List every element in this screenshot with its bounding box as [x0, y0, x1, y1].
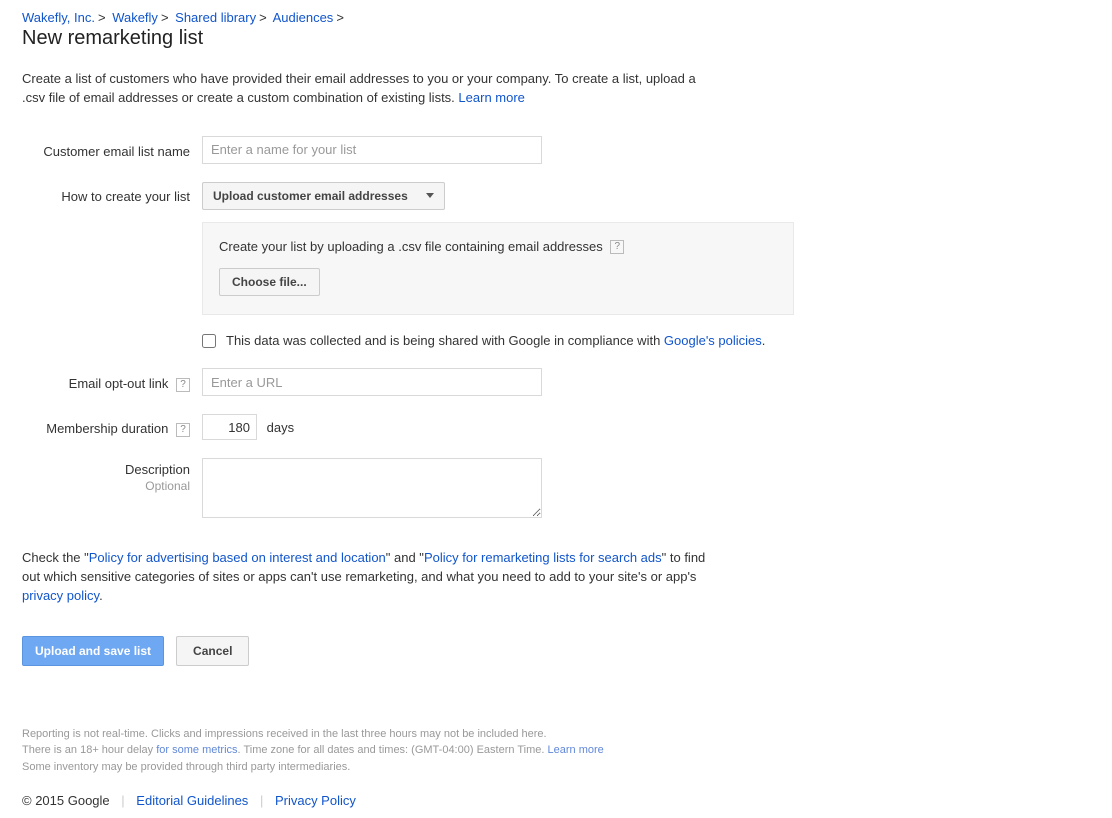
duration-unit: days — [267, 420, 294, 435]
policy-rlsa-link[interactable]: Policy for remarketing lists for search … — [424, 550, 662, 565]
footer-note-line2: There is an 18+ hour delay for some metr… — [22, 742, 922, 759]
help-icon[interactable]: ? — [610, 240, 624, 254]
duration-input[interactable] — [202, 414, 257, 440]
row-optout: Email opt-out link ? — [22, 368, 1090, 396]
intro-body: Create a list of customers who have prov… — [22, 71, 696, 105]
breadcrumb-sep: > — [259, 10, 267, 25]
optout-url-input[interactable] — [202, 368, 542, 396]
label-description: Description Optional — [22, 458, 202, 493]
list-name-input[interactable] — [202, 136, 542, 164]
upload-panel-text: Create your list by uploading a .csv fil… — [219, 239, 777, 255]
breadcrumb-link[interactable]: Shared library — [175, 10, 256, 25]
row-duration: Membership duration ? days — [22, 414, 1090, 440]
footer-note-line3: Some inventory may be provided through t… — [22, 759, 922, 776]
breadcrumb-link[interactable]: Audiences — [273, 10, 334, 25]
label-optout: Email opt-out link ? — [22, 372, 202, 392]
description-textarea[interactable] — [202, 458, 542, 518]
row-list-name: Customer email list name — [22, 136, 1090, 164]
breadcrumb-link[interactable]: Wakefly, Inc. — [22, 10, 95, 25]
help-icon[interactable]: ? — [176, 423, 190, 437]
consent-text: This data was collected and is being sha… — [226, 333, 765, 348]
footer-privacy-link[interactable]: Privacy Policy — [275, 793, 356, 808]
chevron-down-icon — [426, 193, 434, 198]
footer-links: © 2015 Google | Editorial Guidelines | P… — [22, 793, 1090, 808]
policy-interest-link[interactable]: Policy for advertising based on interest… — [89, 550, 386, 565]
editorial-guidelines-link[interactable]: Editorial Guidelines — [136, 793, 248, 808]
privacy-policy-link[interactable]: privacy policy — [22, 588, 99, 603]
action-row: Upload and save list Cancel — [22, 636, 1090, 666]
label-how-create: How to create your list — [22, 182, 202, 204]
breadcrumb-sep: > — [336, 10, 344, 25]
breadcrumb-link[interactable]: Wakefly — [112, 10, 158, 25]
choose-file-button[interactable]: Choose file... — [219, 268, 320, 296]
policy-paragraph: Check the "Policy for advertising based … — [22, 549, 722, 606]
breadcrumb-sep: > — [98, 10, 106, 25]
page-title: New remarketing list — [22, 27, 1090, 50]
dropdown-selected: Upload customer email addresses — [213, 189, 408, 203]
upload-save-button[interactable]: Upload and save list — [22, 636, 164, 666]
learn-more-link[interactable]: Learn more — [458, 90, 524, 105]
intro-text: Create a list of customers who have prov… — [22, 70, 722, 108]
consent-checkbox[interactable] — [202, 334, 216, 348]
copyright: © 2015 Google — [22, 793, 110, 808]
row-description: Description Optional — [22, 458, 1090, 521]
footer-note-line1: Reporting is not real-time. Clicks and i… — [22, 726, 922, 743]
breadcrumb: Wakefly, Inc.> Wakefly> Shared library> … — [22, 10, 1090, 25]
help-icon[interactable]: ? — [176, 378, 190, 392]
label-list-name: Customer email list name — [22, 140, 202, 159]
consent-row: This data was collected and is being sha… — [202, 333, 1090, 348]
footer-learn-more-link[interactable]: Learn more — [548, 744, 604, 756]
row-how-create: How to create your list Upload customer … — [22, 182, 1090, 316]
cancel-button[interactable]: Cancel — [176, 636, 249, 666]
upload-panel: Create your list by uploading a .csv fil… — [202, 222, 794, 316]
label-optional: Optional — [22, 479, 190, 493]
how-create-dropdown[interactable]: Upload customer email addresses — [202, 182, 445, 210]
footer-note: Reporting is not real-time. Clicks and i… — [22, 726, 922, 776]
some-metrics-link[interactable]: for some metrics — [156, 744, 237, 756]
label-duration: Membership duration ? — [22, 417, 202, 437]
google-policies-link[interactable]: Google's policies — [664, 333, 762, 348]
breadcrumb-sep: > — [161, 10, 169, 25]
